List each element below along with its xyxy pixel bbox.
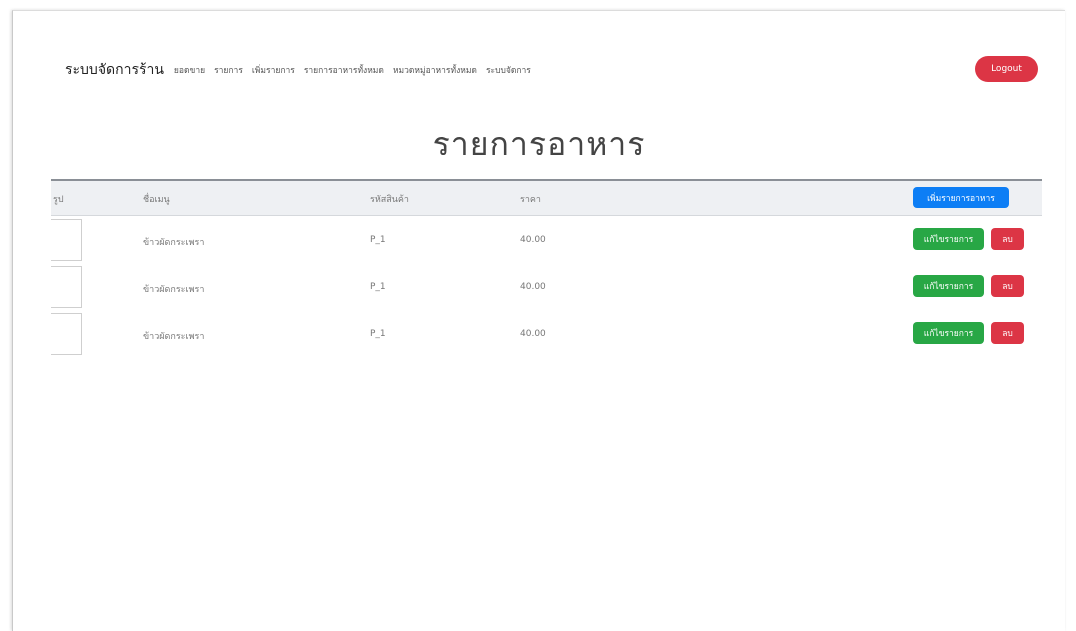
delete-button[interactable]: ลบ <box>991 275 1024 297</box>
header-code: รหัสสินค้า <box>370 195 409 205</box>
delete-button[interactable]: ลบ <box>991 228 1024 250</box>
edit-button[interactable]: แก้ไขรายการ <box>913 228 984 250</box>
nav-link-all-foods[interactable]: รายการอาหารทั้งหมด <box>304 63 384 77</box>
cell-name: ข้าวผัดกระเพรา <box>143 285 205 295</box>
page-title: รายการอาหาร <box>432 125 646 163</box>
app-window: ระบบจัดการร้าน ยอดขาย รายการ เพิ่มรายการ… <box>12 10 1065 631</box>
delete-button[interactable]: ลบ <box>991 322 1024 344</box>
cell-name: ข้าวผัดกระเพรา <box>143 332 205 342</box>
logout-button[interactable]: Logout <box>975 56 1038 82</box>
header-name: ชื่อเมนู <box>143 195 170 205</box>
table-row: ข้าวผัดกระเพรา P_1 40.00 แก้ไขรายการ ลบ <box>51 310 1042 357</box>
food-image-placeholder <box>51 219 82 261</box>
edit-button[interactable]: แก้ไขรายการ <box>913 275 984 297</box>
cell-name: ข้าวผัดกระเพรา <box>143 238 205 248</box>
nav-link-sales[interactable]: ยอดขาย <box>174 63 205 77</box>
cell-price: 40.00 <box>520 282 546 292</box>
nav-link-admin[interactable]: ระบบจัดการ <box>486 63 531 77</box>
edit-button[interactable]: แก้ไขรายการ <box>913 322 984 344</box>
nav-link-add-item[interactable]: เพิ่มรายการ <box>252 63 295 77</box>
nav-link-list[interactable]: รายการ <box>214 63 243 77</box>
food-image-placeholder <box>51 313 82 355</box>
top-navbar: ระบบจัดการร้าน ยอดขาย รายการ เพิ่มรายการ… <box>65 61 540 79</box>
add-food-button[interactable]: เพิ่มรายการอาหาร <box>913 187 1009 208</box>
header-price: ราคา <box>520 195 541 205</box>
table-row: ข้าวผัดกระเพรา P_1 40.00 แก้ไขรายการ ลบ <box>51 263 1042 310</box>
brand-title[interactable]: ระบบจัดการร้าน <box>65 59 164 81</box>
cell-code: P_1 <box>370 329 386 339</box>
header-image: รูป <box>53 195 64 205</box>
food-image-placeholder <box>51 266 82 308</box>
cell-price: 40.00 <box>520 235 546 245</box>
cell-price: 40.00 <box>520 329 546 339</box>
table-row: ข้าวผัดกระเพรา P_1 40.00 แก้ไขรายการ ลบ <box>51 216 1042 263</box>
cell-code: P_1 <box>370 235 386 245</box>
food-table: รูป ชื่อเมนู รหัสสินค้า ราคา เพิ่มรายการ… <box>51 179 1042 357</box>
cell-code: P_1 <box>370 282 386 292</box>
nav-link-all-categories[interactable]: หมวดหมู่อาหารทั้งหมด <box>393 63 477 77</box>
table-header: รูป ชื่อเมนู รหัสสินค้า ราคา เพิ่มรายการ… <box>51 179 1042 216</box>
